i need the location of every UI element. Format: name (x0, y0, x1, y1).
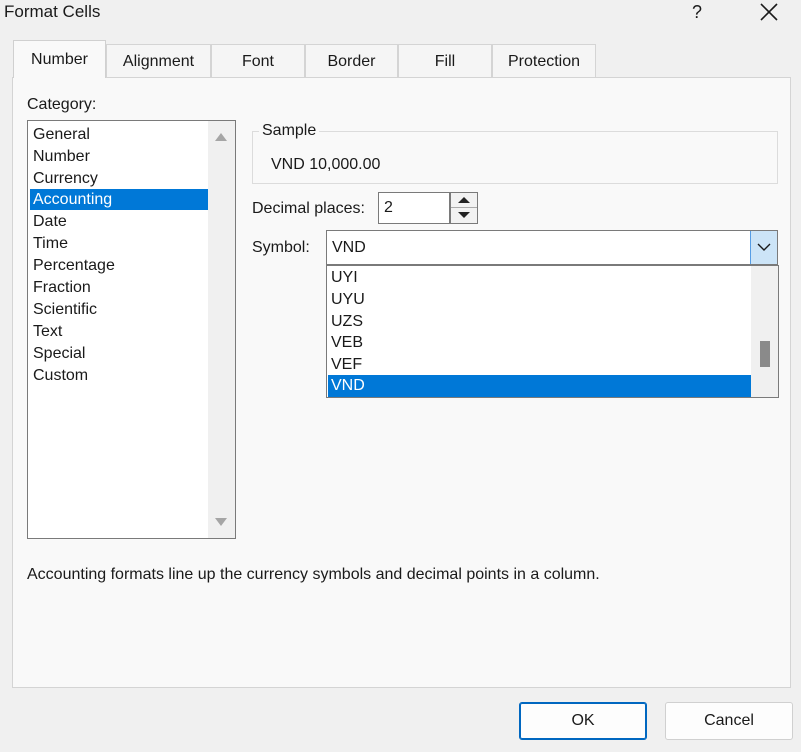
category-listbox[interactable]: General Number Currency Accounting Date … (27, 120, 236, 539)
tab-protection[interactable]: Protection (492, 44, 596, 77)
symbol-option-uzs[interactable]: UZS (328, 311, 751, 333)
tab-number[interactable]: Number (13, 40, 106, 78)
symbol-list-scrollbar[interactable] (751, 266, 778, 397)
decrement-arrow-icon[interactable] (451, 208, 477, 223)
category-item-currency[interactable]: Currency (30, 168, 208, 189)
symbol-selected-value: VND (332, 239, 366, 256)
chevron-down-icon (757, 243, 771, 251)
symbol-option-vnd[interactable]: VND (328, 375, 751, 397)
symbol-dropdown-list[interactable]: UYI UYU UZS VEB VEF VND (326, 265, 779, 398)
category-item-special[interactable]: Special (30, 343, 208, 364)
category-item-custom[interactable]: Custom (30, 365, 208, 386)
tab-font[interactable]: Font (211, 44, 305, 77)
scroll-down-arrow-icon[interactable] (215, 518, 227, 526)
symbol-option-vef[interactable]: VEF (328, 354, 751, 376)
close-icon (760, 3, 778, 21)
tab-alignment[interactable]: Alignment (106, 44, 211, 77)
decimal-places-label: Decimal places: (252, 200, 365, 217)
category-item-percentage[interactable]: Percentage (30, 255, 208, 276)
symbol-label: Symbol: (252, 239, 310, 256)
sample-label: Sample (259, 122, 320, 140)
help-button[interactable]: ? (683, 0, 711, 24)
cancel-button[interactable]: Cancel (665, 702, 793, 740)
category-item-accounting[interactable]: Accounting (30, 189, 208, 210)
scroll-up-arrow-icon[interactable] (215, 133, 227, 141)
symbol-option-uyu[interactable]: UYU (328, 289, 751, 311)
category-item-general[interactable]: General (30, 124, 208, 145)
category-item-text[interactable]: Text (30, 321, 208, 342)
category-item-scientific[interactable]: Scientific (30, 299, 208, 320)
sample-value: VND 10,000.00 (271, 156, 381, 173)
close-button[interactable] (752, 0, 786, 24)
category-item-date[interactable]: Date (30, 211, 208, 232)
decimal-places-input[interactable]: 2 (378, 192, 450, 224)
category-item-fraction[interactable]: Fraction (30, 277, 208, 298)
symbol-combobox[interactable]: VND (326, 230, 778, 265)
category-scrollbar[interactable] (208, 121, 235, 538)
title-bar: Format Cells ? (0, 0, 801, 26)
category-description: Accounting formats line up the currency … (27, 566, 600, 583)
category-label: Category: (27, 96, 97, 113)
symbol-dropdown-button[interactable] (750, 231, 777, 264)
tab-fill[interactable]: Fill (398, 44, 492, 77)
decimal-places-stepper[interactable] (450, 192, 478, 224)
category-item-time[interactable]: Time (30, 233, 208, 254)
ok-button[interactable]: OK (519, 702, 647, 740)
scrollbar-thumb[interactable] (760, 341, 770, 367)
tab-border[interactable]: Border (305, 44, 398, 77)
symbol-option-veb[interactable]: VEB (328, 332, 751, 354)
category-item-number[interactable]: Number (30, 146, 208, 167)
increment-arrow-icon[interactable] (451, 193, 477, 208)
dialog-title: Format Cells (4, 2, 101, 21)
symbol-option-uyi[interactable]: UYI (328, 267, 751, 289)
